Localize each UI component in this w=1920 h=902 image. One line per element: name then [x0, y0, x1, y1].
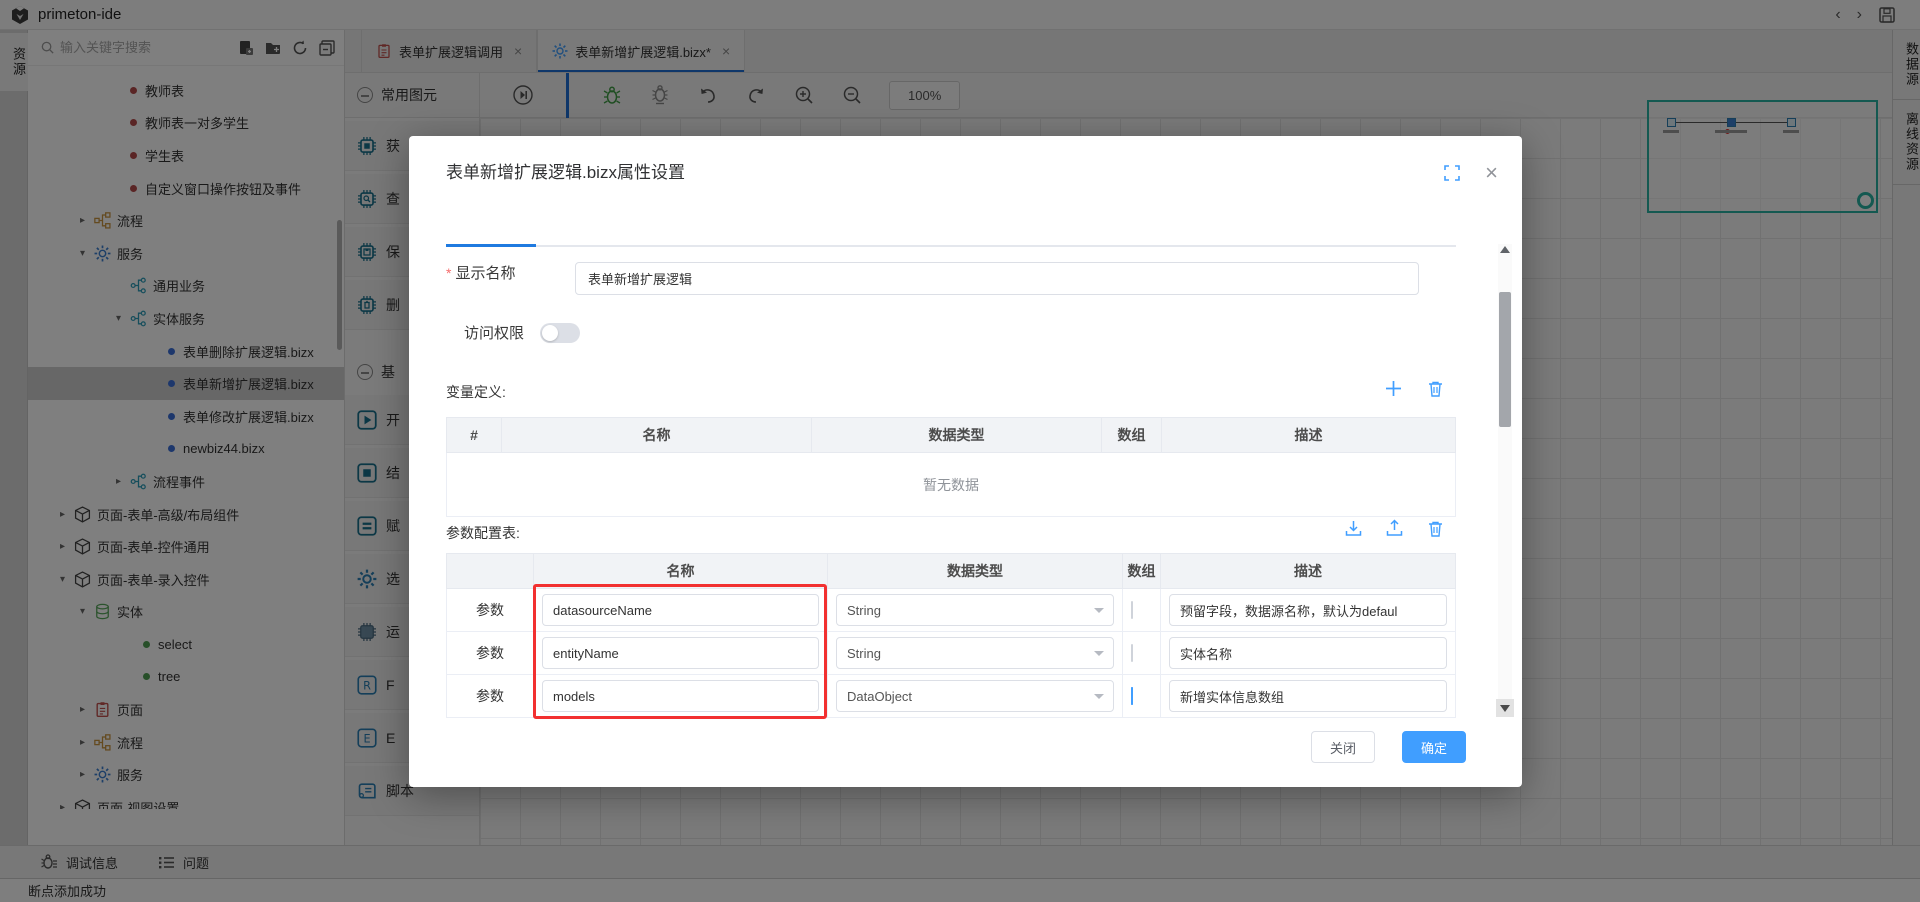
column-header: 描述 [1161, 554, 1456, 589]
display-name-label: 显示名称 [455, 262, 515, 283]
dialog-scrollbar [1498, 244, 1512, 717]
column-header: 数组 [1123, 554, 1161, 589]
properties-dialog: 表单新增扩展逻辑.bizx属性设置 × * 显示名称 访问权限 变量定义: # … [409, 136, 1522, 787]
param-type-value: String [847, 646, 881, 661]
column-header: 数组 [1102, 418, 1162, 453]
array-checkbox[interactable] [1131, 644, 1133, 662]
param-type-value: DataObject [847, 689, 912, 704]
scrollbar-thumb[interactable] [1499, 292, 1511, 427]
column-header: 名称 [502, 418, 812, 453]
chevron-down-icon [1094, 694, 1104, 699]
param-type-select[interactable]: DataObject [836, 680, 1114, 712]
dialog-tab-underline [446, 245, 1456, 247]
toggle-knob [542, 325, 558, 341]
params-table: 名称 数据类型 数组 描述 参数 String 参数 String 参数 [446, 553, 1456, 718]
param-type-value: String [847, 603, 881, 618]
column-header: 数据类型 [812, 418, 1102, 453]
param-name-input[interactable] [542, 637, 819, 669]
scroll-up-arrow-icon[interactable] [1500, 246, 1510, 253]
param-row: 参数 DataObject [447, 675, 1456, 718]
array-checkbox-checked[interactable] [1131, 687, 1133, 705]
display-name-input[interactable] [575, 262, 1419, 295]
variables-section-title: 变量定义: [446, 382, 506, 402]
param-name-input[interactable] [542, 680, 819, 712]
column-header: 名称 [534, 554, 828, 589]
param-desc-input[interactable] [1169, 594, 1447, 626]
column-header [447, 554, 534, 589]
export-params-icon[interactable] [1385, 519, 1404, 538]
param-row: 参数 String [447, 589, 1456, 632]
variables-table: # 名称 数据类型 数组 描述 暂无数据 [446, 417, 1456, 517]
param-kind: 参数 [447, 632, 534, 675]
column-header: 描述 [1162, 418, 1456, 453]
fullscreen-icon[interactable] [1444, 165, 1460, 181]
column-header: # [447, 418, 502, 453]
dialog-title: 表单新增扩展逻辑.bizx属性设置 [446, 158, 685, 183]
scroll-down-arrow-icon[interactable] [1496, 699, 1514, 717]
required-mark: * [446, 265, 451, 281]
access-permission-toggle[interactable] [540, 323, 580, 343]
param-kind: 参数 [447, 675, 534, 718]
param-type-select[interactable]: String [836, 594, 1114, 626]
confirm-button[interactable]: 确定 [1402, 731, 1466, 763]
chevron-down-icon [1094, 608, 1104, 613]
array-checkbox[interactable] [1131, 601, 1133, 619]
add-variable-icon[interactable] [1384, 379, 1403, 398]
param-name-input[interactable] [542, 594, 819, 626]
params-section-title: 参数配置表: [446, 523, 520, 543]
delete-params-icon[interactable] [1426, 519, 1445, 538]
chevron-down-icon [1094, 651, 1104, 656]
param-kind: 参数 [447, 589, 534, 632]
param-type-select[interactable]: String [836, 637, 1114, 669]
active-tab-indicator [446, 244, 536, 247]
delete-variable-icon[interactable] [1426, 379, 1445, 398]
column-header: 数据类型 [828, 554, 1123, 589]
param-desc-input[interactable] [1169, 680, 1447, 712]
import-params-icon[interactable] [1344, 519, 1363, 538]
access-permission-label: 访问权限 [464, 322, 524, 343]
param-row: 参数 String [447, 632, 1456, 675]
empty-data-text: 暂无数据 [447, 453, 1456, 517]
close-button[interactable]: 关闭 [1311, 731, 1375, 763]
close-dialog-icon[interactable]: × [1485, 162, 1498, 184]
application-window: primeton-ide ‹ › 资源 [0, 0, 1920, 902]
param-desc-input[interactable] [1169, 637, 1447, 669]
